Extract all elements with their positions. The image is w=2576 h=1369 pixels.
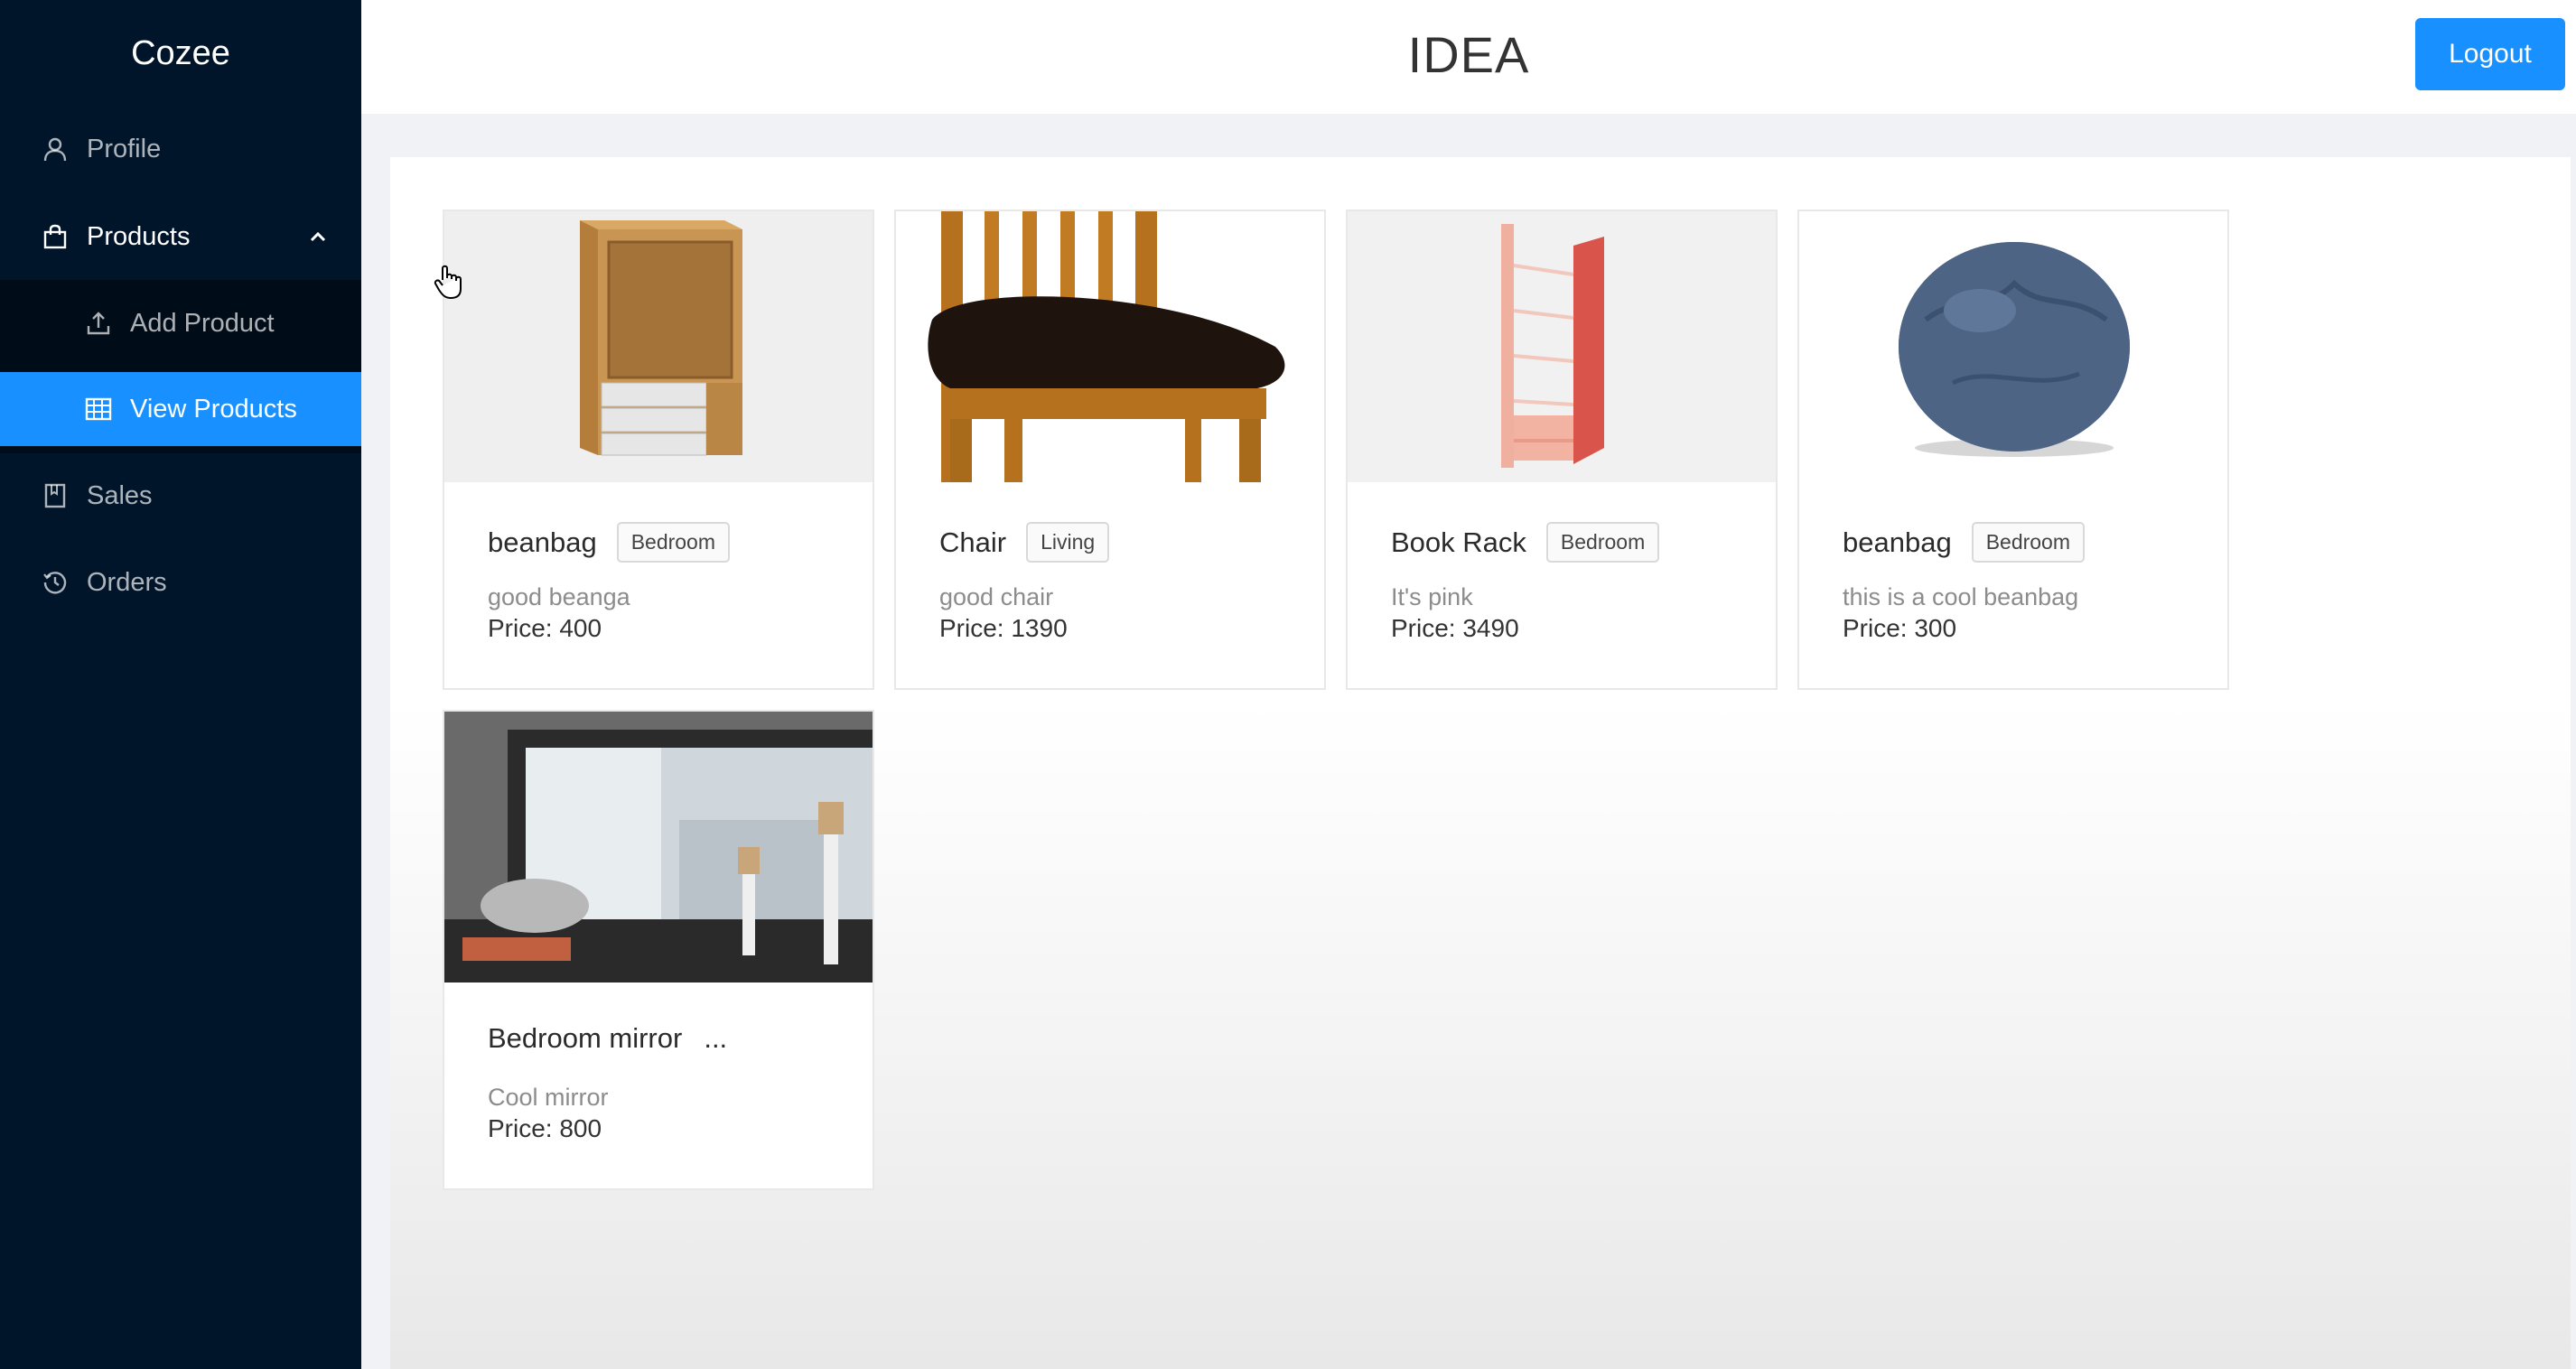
- product-description: good beanga: [488, 583, 630, 610]
- category-tag: Bedroom: [1545, 522, 1660, 563]
- product-card[interactable]: beanbag Bedroom this is a cool beanbag P…: [1797, 210, 2229, 690]
- top-header: IDEA Logout: [361, 0, 2576, 114]
- sidebar-item-add-product[interactable]: Add Product: [0, 286, 361, 360]
- product-description: good chair: [939, 583, 1054, 610]
- sidebar-item-view-products[interactable]: View Products: [0, 372, 361, 446]
- product-description: Cool mirror: [488, 1084, 609, 1111]
- shopping-bag-icon: [42, 223, 69, 250]
- product-image-mirror: [444, 712, 873, 983]
- page-title: IDEA: [1407, 26, 1530, 83]
- product-description: It's pink: [1391, 583, 1473, 610]
- product-price: Price: 400: [488, 614, 602, 642]
- upload-icon: [85, 310, 112, 337]
- history-icon: [42, 569, 69, 596]
- product-price: Price: 3490: [1391, 614, 1519, 642]
- product-image-cabinet: [444, 211, 873, 482]
- sidebar: Cozee Profile Products Add Product View …: [0, 0, 361, 1369]
- sidebar-item-label: View Products: [130, 394, 297, 424]
- product-name: beanbag: [488, 526, 597, 558]
- sidebar-item-label: Add Product: [130, 308, 275, 338]
- sidebar-item-orders[interactable]: Orders: [0, 545, 361, 619]
- brand-logo: Cozee: [131, 33, 230, 72]
- sidebar-item-label: Sales: [87, 480, 153, 510]
- product-name: Bedroom mirror: [488, 1022, 683, 1054]
- product-card[interactable]: Book Rack Bedroom It's pink Price: 3490: [1346, 210, 1778, 690]
- sidebar-item-profile[interactable]: Profile: [0, 112, 361, 186]
- product-image-chair: [896, 211, 1324, 482]
- logout-button[interactable]: Logout: [2415, 18, 2565, 90]
- product-card[interactable]: beanbag Bedroom good beanga Price: 400: [443, 210, 874, 690]
- category-tag: Bedroom: [1971, 522, 2086, 563]
- sidebar-item-label: Products: [87, 221, 191, 251]
- product-price: Price: 300: [1843, 614, 1957, 642]
- product-description: this is a cool beanbag: [1843, 583, 2079, 610]
- product-price: Price: 800: [488, 1114, 602, 1142]
- sidebar-item-label: Orders: [87, 567, 167, 597]
- table-icon: [85, 396, 112, 423]
- user-icon: [42, 135, 69, 163]
- product-image-book-rack: [1348, 211, 1776, 482]
- product-name: beanbag: [1843, 526, 1952, 558]
- category-tag: Living: [1026, 522, 1110, 563]
- product-image-beanbag: [1799, 211, 2227, 482]
- product-name: Chair: [939, 526, 1007, 558]
- product-card[interactable]: Chair Living good chair Price: 1390: [894, 210, 1326, 690]
- sidebar-item-label: Profile: [87, 134, 162, 163]
- more-ellipsis[interactable]: ...: [704, 1022, 727, 1055]
- category-tag: Bedroom: [616, 522, 731, 563]
- chevron-up-icon: [309, 230, 327, 243]
- hand-cursor-icon: [434, 264, 464, 300]
- sidebar-item-products[interactable]: Products: [0, 200, 361, 274]
- product-price: Price: 1390: [939, 614, 1068, 642]
- book-icon: [42, 482, 69, 509]
- products-grid: beanbag Bedroom good beanga Price: 400 C…: [390, 157, 2571, 1369]
- sidebar-item-sales[interactable]: Sales: [0, 459, 361, 533]
- product-card[interactable]: Bedroom mirror ... Cool mirror Price: 80…: [443, 710, 874, 1190]
- product-name: Book Rack: [1391, 526, 1526, 558]
